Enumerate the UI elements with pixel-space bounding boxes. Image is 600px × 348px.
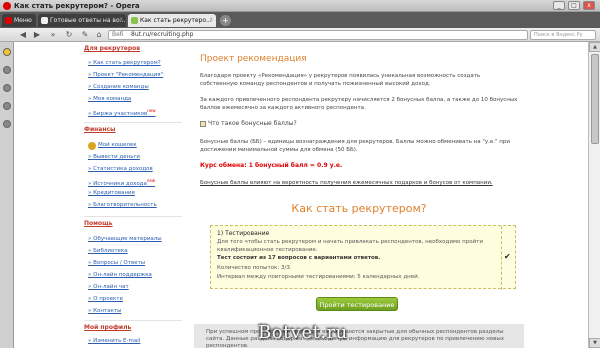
home-icon[interactable]: ⌂ [94, 30, 104, 40]
tab-label: Меню [14, 17, 32, 24]
window-title: Как стать рекрутером? - Opera [14, 2, 140, 10]
test-question-count: Тест состоит из 17 вопросов с вариантами… [217, 255, 381, 261]
reload-icon[interactable]: ↻ [64, 30, 74, 40]
maximize-button[interactable]: □ [568, 1, 580, 10]
menu-item-change-email[interactable]: Изменить E-mail [88, 338, 140, 344]
new-badge: new [147, 108, 156, 113]
scroll-up-icon[interactable]: ▲ [589, 42, 600, 52]
scroll-down-icon[interactable]: ▼ [589, 338, 600, 348]
scroll-thumb[interactable] [591, 54, 599, 144]
divider [84, 122, 182, 123]
bonus-paragraph: За каждого привлеченного респондента рек… [200, 97, 518, 111]
divider [84, 216, 182, 217]
influence-note[interactable]: Бонусные баллы влияют на вероятность пол… [200, 180, 493, 186]
window-titlebar: Как стать рекрутером? - Opera _ □ x [0, 0, 600, 12]
vertical-scrollbar[interactable]: ▲ ▼ [588, 42, 600, 348]
downloads-icon[interactable] [3, 84, 11, 92]
menu-item-create-team[interactable]: Создание команды [88, 84, 149, 90]
menu-item-credit[interactable]: Кредитование [88, 190, 135, 196]
menu-item-how-to[interactable]: Как стать рекрутером? [88, 60, 161, 66]
note-icon [200, 120, 206, 127]
menu-icon [5, 17, 12, 24]
close-tab-icon[interactable]: x [209, 16, 213, 23]
menu-item-online-chat[interactable]: Он-лайн чат [88, 284, 129, 290]
web-label: Веб [112, 31, 124, 38]
main-content: Проект рекомендация Благодаря проекту «Р… [194, 42, 524, 348]
tab-answers[interactable]: Готовые ответы на во... x [38, 14, 126, 27]
test-step-title: 1) Тестирование [217, 230, 270, 237]
menu-item-tutorials[interactable]: Обучающие материалы [88, 236, 162, 242]
section-finance[interactable]: Финансы [84, 126, 115, 133]
close-window-button[interactable]: x [583, 1, 595, 10]
section-recruiters[interactable]: Для рекрутеров [84, 45, 140, 52]
menu-item-library[interactable]: Библиотека [88, 248, 127, 254]
tab-menu[interactable]: Меню [2, 14, 36, 27]
wallet-icon [88, 142, 96, 150]
back-icon[interactable]: ◀ [18, 30, 28, 40]
section-help[interactable]: Помощь [84, 220, 113, 227]
panel-add-icon[interactable] [3, 120, 11, 128]
menu-item-withdraw[interactable]: Вывести деньги [88, 154, 140, 160]
edit-icon[interactable]: ✎ [80, 30, 90, 40]
test-step-box: 1) Тестирование Для того чтобы стать рек… [210, 225, 516, 290]
url-field[interactable]: Веб 8ut.ru/recruiting.php [108, 30, 528, 40]
forward-icon[interactable]: ▶ [32, 30, 42, 40]
menu-item-online-support[interactable]: Он-лайн поддержка [88, 272, 152, 278]
notes-icon[interactable] [3, 66, 11, 74]
test-step-desc: Для того чтобы стать рекрутером и начать… [217, 239, 483, 253]
page-icon [41, 17, 48, 24]
menu-item-wallet[interactable]: Мой кошелек [98, 142, 137, 148]
tab-recruiter[interactable]: Как стать рекрутеро... x [128, 14, 216, 27]
side-panel [0, 42, 14, 348]
tab-bar: Меню Готовые ответы на во... x Как стать… [0, 12, 600, 28]
test-status-column: ✔ [501, 226, 515, 290]
menu-item-contacts[interactable]: Контакты [88, 308, 121, 314]
menu-item-recommendation[interactable]: Проект "Рекомендация" [88, 72, 163, 78]
menu-item-exchange[interactable]: Биржа участниковnew [88, 108, 156, 117]
minimize-button[interactable]: _ [553, 1, 565, 10]
opera-logo-icon[interactable] [3, 2, 11, 10]
search-input[interactable]: Поиск в Яндекс.Ру [530, 30, 596, 40]
site-favicon-icon [131, 17, 138, 24]
menu-item-about[interactable]: О проекте [88, 296, 123, 302]
menu-item-income-sources[interactable]: Источники доходаnew [88, 178, 155, 187]
bookmarks-icon[interactable] [3, 48, 11, 56]
how-to-heading: Как стать рекрутером? [291, 202, 427, 215]
fast-forward-icon[interactable]: » [48, 30, 58, 40]
intro-paragraph: Благодаря проекту «Рекомендация» у рекру… [200, 73, 481, 87]
divider [84, 320, 182, 321]
watermark: Botvet.ru [258, 322, 348, 343]
bonus-question[interactable]: Что такое бонусные баллы? [200, 120, 297, 127]
url-text: 8ut.ru/recruiting.php [131, 31, 194, 38]
test-attempts: Количество попыток: 3/3. [217, 265, 292, 271]
menu-item-my-team[interactable]: Моя команда [88, 96, 131, 102]
new-badge: new [146, 178, 156, 183]
menu-item-faq[interactable]: Вопросы / Ответы [88, 260, 145, 266]
history-icon[interactable] [3, 102, 11, 110]
new-tab-button[interactable]: + [220, 15, 231, 26]
checkmark-icon: ✔ [504, 252, 511, 261]
tab-label: Как стать рекрутеро... [140, 17, 212, 24]
start-test-button[interactable]: Пройти тестирование [316, 297, 398, 311]
footer-note-box: При успешном прохождении теста для вас о… [194, 324, 524, 348]
address-toolbar: ◀ ▶ » ↻ ✎ ⌂ Веб 8ut.ru/recruiting.php По… [0, 28, 600, 42]
close-tab-icon[interactable]: x [119, 16, 123, 23]
menu-item-charity[interactable]: Благотворительность [88, 202, 157, 208]
left-menu: Для рекрутеров Как стать рекрутером? Про… [84, 42, 186, 348]
section-profile[interactable]: Мой профиль [84, 324, 131, 331]
exchange-rate: Курс обмена: 1 бонусный балл = 0.9 у.е. [200, 162, 343, 169]
page-title: Проект рекомендация [200, 54, 307, 64]
tab-label: Готовые ответы на во... [50, 17, 126, 24]
menu-item-income-stats[interactable]: Статистика доходов [88, 166, 153, 172]
bonus-definition: Бонусные баллы (ББ) – единицы вознагражд… [200, 139, 510, 153]
test-interval: Интервал между повторными тестированиями… [217, 274, 420, 280]
footer-note: При успешном прохождении теста для вас о… [206, 329, 505, 348]
